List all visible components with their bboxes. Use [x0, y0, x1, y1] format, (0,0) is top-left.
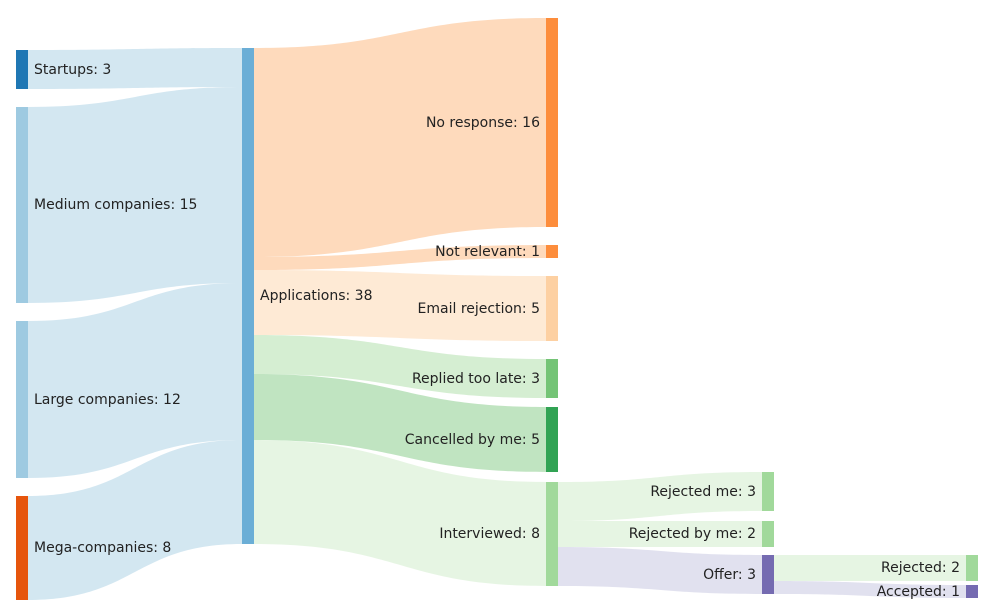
label-large: Large companies: 12 [34, 392, 181, 408]
sankey-chart: Startups: 3 Medium companies: 15 Large c… [0, 0, 1000, 600]
label-cancelled: Cancelled by me: 5 [405, 432, 540, 448]
link-applications-noresponse [254, 18, 546, 257]
node-rejected-by-me [762, 521, 774, 547]
node-applications [242, 48, 254, 544]
label-rejected-by-me: Rejected by me: 2 [629, 526, 756, 542]
node-replied-late [546, 359, 558, 398]
link-medium-applications [28, 87, 242, 303]
label-no-response: No response: 16 [426, 115, 540, 131]
node-rejected-me [762, 472, 774, 511]
label-rejected: Rejected: 2 [881, 560, 960, 576]
label-accepted: Accepted: 1 [877, 584, 960, 600]
label-rejected-me: Rejected me: 3 [650, 484, 756, 500]
node-large [16, 321, 28, 478]
node-offer [762, 555, 774, 594]
label-mega: Mega-companies: 8 [34, 540, 171, 556]
node-rejected [966, 555, 978, 581]
label-applications: Applications: 38 [260, 288, 373, 304]
node-cancelled [546, 407, 558, 472]
node-mega [16, 496, 28, 600]
label-offer: Offer: 3 [703, 567, 756, 583]
node-medium [16, 107, 28, 303]
node-accepted [966, 585, 978, 598]
label-medium: Medium companies: 15 [34, 197, 197, 213]
label-replied-late: Replied too late: 3 [412, 371, 540, 387]
node-no-response [546, 18, 558, 227]
label-not-relevant: Not relevant: 1 [435, 244, 540, 260]
node-interviewed [546, 482, 558, 586]
node-not-relevant [546, 245, 558, 258]
label-startups: Startups: 3 [34, 62, 111, 78]
node-email-rejection [546, 276, 558, 341]
node-startups [16, 50, 28, 89]
label-interviewed: Interviewed: 8 [439, 526, 540, 542]
label-email-rejection: Email rejection: 5 [418, 301, 540, 317]
